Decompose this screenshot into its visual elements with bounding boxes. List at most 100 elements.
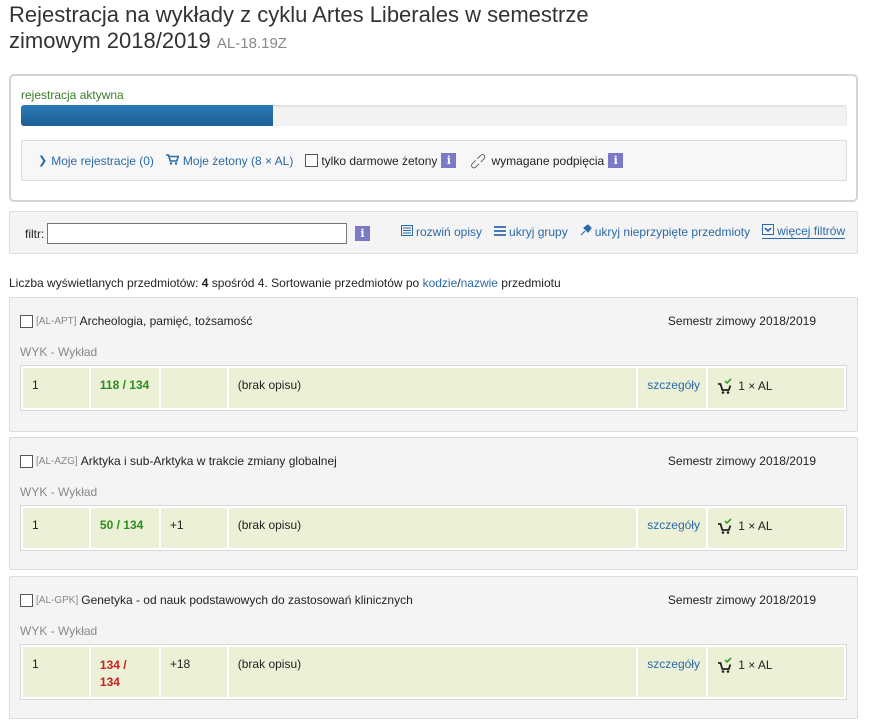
group-number-cell: 1 <box>23 508 89 548</box>
course-code: [AL-GPK] <box>36 594 79 606</box>
filter-actions: rozwiń opisy ukryj grupy ukryj nieprzypi… <box>401 224 846 239</box>
required-links: ⊂⊃ wymagane podpięcia i <box>466 148 624 173</box>
cart-cell: 1 × AL <box>708 647 845 697</box>
course-code: [AL-AZG] <box>36 455 78 467</box>
filter-bar: filtr: i rozwiń opisy ukryj grupy ukryj … <box>9 211 858 254</box>
menu-icon <box>494 225 507 239</box>
course-type: WYK - Wykład <box>20 345 98 359</box>
my-tokens-link[interactable]: Moje żetony (8 × AL) <box>165 153 294 168</box>
seats-line: 134 <box>99 675 120 689</box>
token-cost: 1 × AL <box>738 658 773 672</box>
more-filters-button[interactable]: więcej filtrów <box>762 224 846 239</box>
seats-line: 50 / 134 <box>99 518 144 532</box>
my-tokens-label: Moje żetony (8 × AL) <box>182 153 294 168</box>
details-cell: szczegóły <box>638 647 707 697</box>
add-to-cart-button[interactable]: 1 × AL <box>718 518 773 534</box>
registration-status: rejestracja aktywna <box>21 88 124 102</box>
details-cell: szczegóły <box>638 508 707 548</box>
results-count: Liczba wyświetlanych przedmiotów: 4 spoś… <box>9 276 561 290</box>
hide-groups-label: ukryj grupy <box>509 224 568 239</box>
hide-unpinned-button[interactable]: ukryj nieprzypięte przedmioty <box>580 224 750 239</box>
expand-descriptions-button[interactable]: rozwiń opisy <box>401 224 482 239</box>
course-checkbox[interactable] <box>20 314 33 328</box>
seats-count: 118 / 134 <box>100 378 149 392</box>
registration-panel: rejestracja aktywna ❯ Moje rejestracje (… <box>9 74 858 202</box>
course-type: WYK - Wykład <box>20 485 98 499</box>
list-icon <box>401 224 413 239</box>
free-tokens-filter[interactable]: tylko darmowe żetony i <box>305 153 457 168</box>
course-header: [AL-AZG] Arktyka i sub-Arktyka w trakcie… <box>20 454 337 468</box>
group-number: 1 <box>32 378 39 392</box>
chevron-down-icon <box>762 224 775 238</box>
info-icon[interactable]: i <box>441 153 457 168</box>
registration-progress-bar <box>21 105 847 126</box>
required-links-label: wymagane podpięcia <box>491 153 605 168</box>
group-description: (brak opisu) <box>237 657 302 671</box>
group-row: 1 118 / 134 (brak opisu) szczegóły 1 × A… <box>20 365 847 411</box>
expand-descriptions-label: rozwiń opisy <box>416 224 483 239</box>
count-middle: spośród 4. Sortowanie przedmiotów po <box>208 276 423 290</box>
count-prefix: Liczba wyświetlanych przedmiotów: <box>9 276 202 290</box>
course-checkbox[interactable] <box>20 593 33 607</box>
course-type: WYK - Wykład <box>20 624 98 638</box>
course-name: Genetyka - od nauk podstawowych do zasto… <box>81 593 413 607</box>
group-row: 1 50 / 134 +1 (brak opisu) szczegóły 1 ×… <box>20 505 847 551</box>
hide-groups-button[interactable]: ukryj grupy <box>494 224 568 239</box>
cart-cell: 1 × AL <box>708 508 845 548</box>
registration-toolbar: ❯ Moje rejestracje (0) Moje żetony (8 × … <box>21 140 847 181</box>
my-registrations-link[interactable]: ❯ Moje rejestracje (0) <box>38 154 154 168</box>
info-icon[interactable]: i <box>355 226 370 241</box>
course-name: Archeologia, pamięć, tożsamość <box>79 314 253 328</box>
course-semester: Semestr zimowy 2018/2019 <box>667 314 816 328</box>
paperclip-icon: ⊂⊃ <box>466 148 491 173</box>
details-link[interactable]: szczegóły <box>647 518 700 532</box>
more-filters-label: więcej filtrów <box>777 224 846 238</box>
seats-line: 118 / 134 <box>99 378 150 392</box>
course-name: Arktyka i sub-Arktyka w trakcie zmiany g… <box>80 454 337 468</box>
group-number-cell: 1 <box>23 647 89 697</box>
course-semester: Semestr zimowy 2018/2019 <box>667 593 816 607</box>
waitlist-cell: +1 <box>160 508 227 548</box>
seats-count: 134 / 134 <box>100 657 127 691</box>
seats-line: 134 / <box>99 658 127 672</box>
description-cell: (brak opisu) <box>228 368 637 408</box>
waitlist-cell: +18 <box>160 647 227 697</box>
info-icon[interactable]: i <box>608 153 624 168</box>
seats-count: 50 / 134 <box>100 518 143 532</box>
group-number-cell: 1 <box>23 368 89 408</box>
description-cell: (brak opisu) <box>228 647 637 697</box>
details-cell: szczegóły <box>638 368 707 408</box>
free-tokens-label: tylko darmowe żetony <box>321 153 438 168</box>
page-title-text: Rejestracja na wykłady z cyklu Artes Lib… <box>9 2 589 53</box>
token-cost: 1 × AL <box>738 379 773 393</box>
chevron-down-icon: ❯ <box>38 155 48 167</box>
my-registrations-label: Moje rejestracje (0) <box>51 153 154 168</box>
page-title: Rejestracja na wykłady z cyklu Artes Lib… <box>9 2 609 57</box>
count-suffix: przedmiotu <box>497 276 561 290</box>
seats-cell: 134 / 134 <box>90 647 159 697</box>
sort-by-name-link[interactable]: nazwie <box>461 276 498 290</box>
course-header: [AL-GPK] Genetyka - od nauk podstawowych… <box>20 593 413 607</box>
course-card: [AL-APT] Archeologia, pamięć, tożsamość … <box>9 297 858 432</box>
cart-check-icon <box>718 657 732 673</box>
group-row: 1 134 / 134 +18 (brak opisu) szczegóły 1… <box>20 644 847 700</box>
filter-input[interactable] <box>47 223 347 244</box>
course-checkbox[interactable] <box>20 454 33 468</box>
sort-by-code-link[interactable]: kodzie <box>423 276 458 290</box>
group-description: (brak opisu) <box>237 378 302 392</box>
details-link[interactable]: szczegóły <box>647 657 700 671</box>
free-tokens-checkbox[interactable] <box>305 154 319 167</box>
details-link[interactable]: szczegóły <box>647 378 700 392</box>
description-cell: (brak opisu) <box>228 508 637 548</box>
group-number: 1 <box>32 657 39 671</box>
cart-icon <box>165 153 180 168</box>
course-code: [AL-APT] <box>36 315 77 327</box>
pin-icon <box>580 224 592 239</box>
add-to-cart-button[interactable]: 1 × AL <box>718 378 773 394</box>
waitlist-cell <box>160 368 227 408</box>
course-header: [AL-APT] Archeologia, pamięć, tożsamość <box>20 314 252 328</box>
course-semester: Semestr zimowy 2018/2019 <box>667 454 816 468</box>
token-cost: 1 × AL <box>738 519 773 533</box>
waitlist-count: +1 <box>169 518 184 532</box>
add-to-cart-button[interactable]: 1 × AL <box>718 657 773 673</box>
